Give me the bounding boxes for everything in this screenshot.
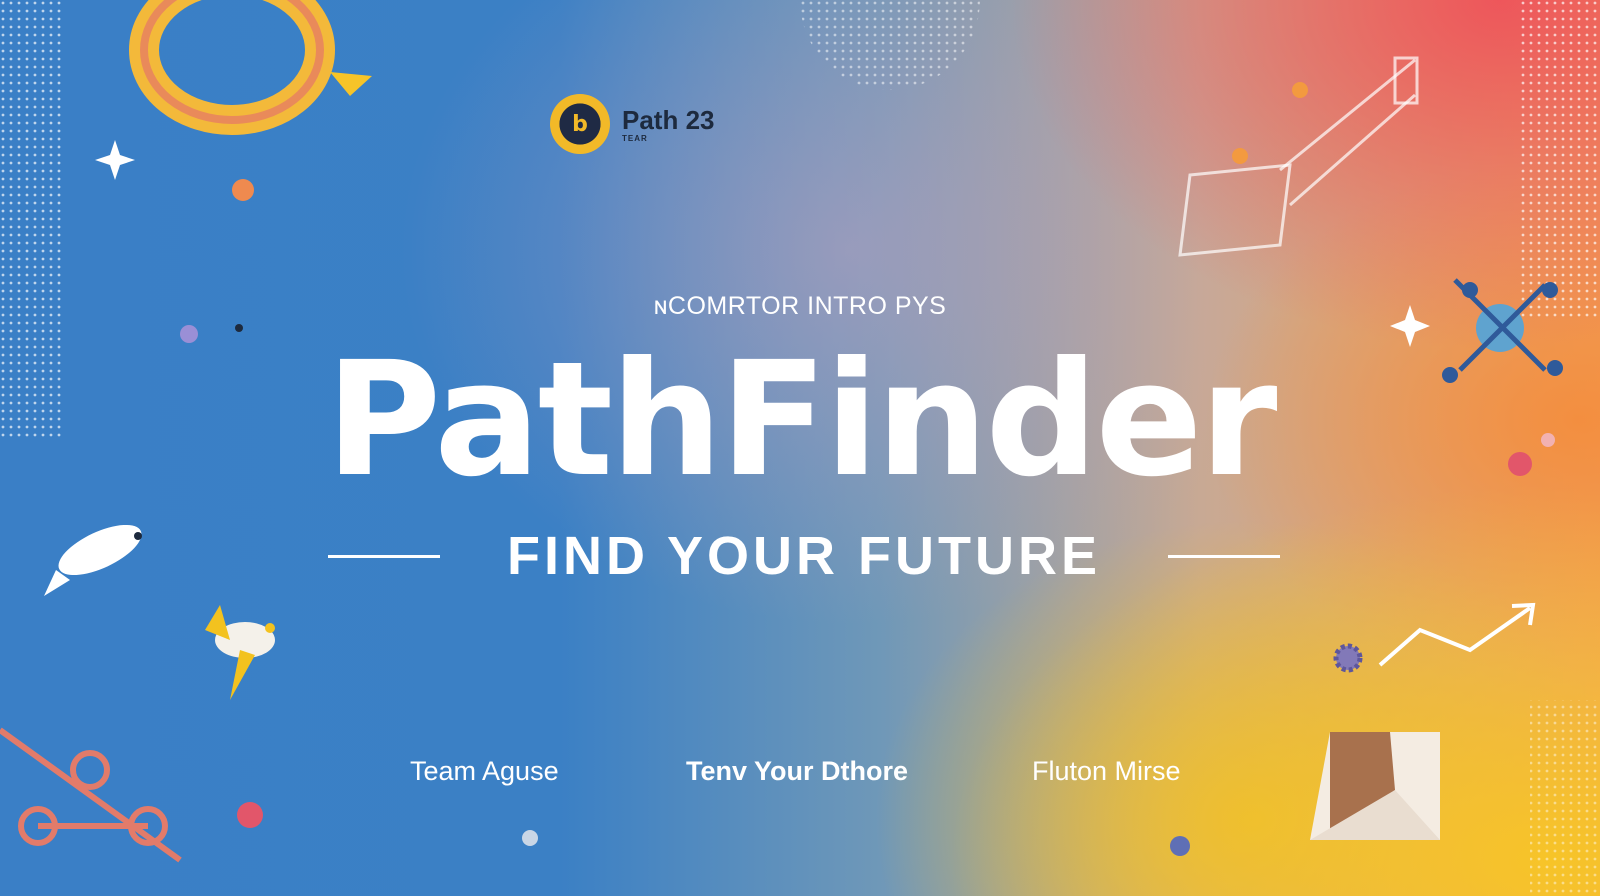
ring-icon [129,0,335,135]
sparkle-icon [95,140,135,180]
logo-subtitle: TEAR [622,133,648,143]
team-name-3: Fluton Mirse [1032,756,1181,786]
tagline-rule-right [1167,554,1280,558]
logo: b Path 23 TEAR [550,94,715,154]
tagline-rule-left [328,554,440,558]
page-title: PathFinder [325,328,1278,512]
fish-icon [44,524,142,596]
dot-texture-bottom-right [1530,700,1600,896]
dot-texture-top [800,0,980,90]
kicker-text: ɴCOMRTOR INTRO PYS [653,292,947,320]
tagline-row: FIND YOUR FUTURE [328,526,1280,586]
triangle-shape [330,72,372,96]
team-name-1: Team Aguse [410,756,559,786]
tagline: FIND YOUR FUTURE [506,526,1101,586]
logo-mark: b [550,94,610,154]
folded-shape [1310,732,1440,840]
bird-icon [205,605,275,700]
team-name-2: Tenv Your Dthore [686,756,909,786]
trend-arrow-icon [1378,602,1536,667]
logo-text: Path 23 TEAR [622,106,715,143]
dot-texture-right [1520,0,1600,320]
chain-icon [0,727,182,863]
logo-name: Path 23 [622,104,715,135]
gear-icon [1333,643,1363,673]
